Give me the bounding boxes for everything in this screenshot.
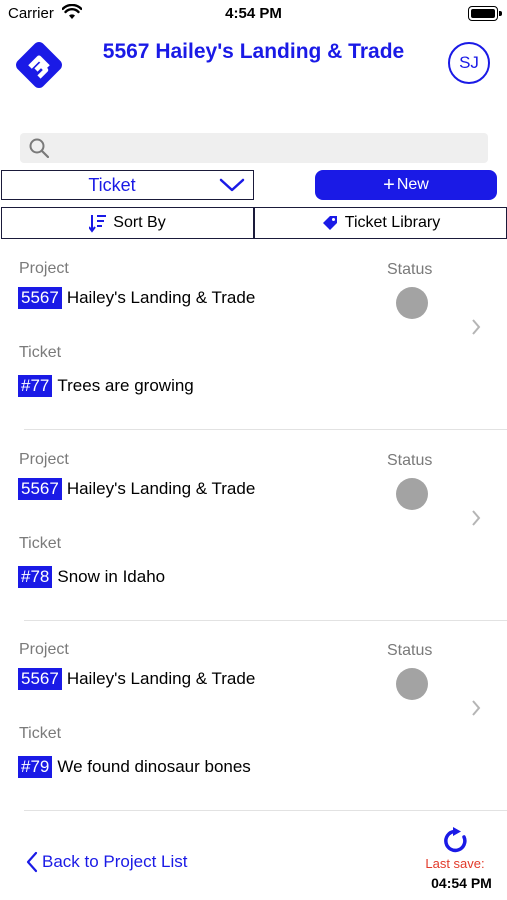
status-indicator (396, 668, 428, 700)
project-number-badge: 5567 (18, 478, 62, 500)
back-label: Back to Project List (42, 852, 188, 871)
search-bar[interactable] (20, 133, 488, 163)
project-label: Project (19, 451, 69, 468)
status-indicator (396, 287, 428, 319)
search-icon (29, 138, 49, 158)
project-row: 5567 Hailey's Landing & Trade (18, 668, 255, 690)
status-label: Status (387, 261, 433, 278)
last-save-time: 04:54 PM (431, 875, 492, 891)
search-input[interactable] (58, 133, 478, 163)
ticket-library-button[interactable]: Ticket Library (254, 207, 507, 239)
ticket-card[interactable]: Project Status 5567 Hailey's Landing & T… (0, 431, 507, 621)
status-indicator (396, 478, 428, 510)
type-dropdown-value: Ticket (88, 175, 136, 195)
project-name: Hailey's Landing & Trade (66, 479, 256, 498)
ticket-title: Snow in Idaho (57, 567, 166, 586)
project-row: 5567 Hailey's Landing & Trade (18, 287, 255, 309)
ticket-row: #77 Trees are growing (18, 375, 194, 397)
clock: 4:54 PM (225, 5, 282, 22)
ticket-title: Trees are growing (57, 376, 194, 395)
user-avatar[interactable]: SJ (448, 42, 490, 84)
new-button-label: New (396, 176, 429, 193)
status-label: Status (387, 642, 433, 659)
header: 5567 Hailey's Landing & Trade SJ (0, 30, 507, 105)
battery-icon (468, 6, 502, 21)
ticket-library-label: Ticket Library (344, 214, 441, 231)
status-bar: Carrier 4:54 PM (0, 0, 507, 28)
footer: Back to Project List Last save: 04:54 PM (0, 820, 507, 900)
plus-icon: + (383, 174, 395, 196)
sort-by-button[interactable]: Sort By (1, 207, 254, 239)
type-dropdown[interactable]: Ticket (1, 170, 254, 200)
ticket-number-badge: #78 (18, 566, 53, 588)
refresh-icon[interactable] (441, 826, 471, 856)
app-logo-icon[interactable] (10, 36, 68, 94)
divider (24, 429, 507, 430)
ticket-number-badge: #79 (18, 756, 53, 778)
project-number-badge: 5567 (18, 668, 62, 690)
project-row: 5567 Hailey's Landing & Trade (18, 478, 255, 500)
chevron-down-icon (219, 178, 245, 192)
ticket-title: We found dinosaur bones (57, 757, 251, 776)
ticket-label: Ticket (19, 344, 62, 361)
back-to-project-list-button[interactable]: Back to Project List (26, 851, 188, 873)
ticket-label: Ticket (19, 535, 62, 552)
ticket-label: Ticket (19, 725, 62, 742)
ticket-card[interactable]: Project Status 5567 Hailey's Landing & T… (0, 240, 507, 430)
sort-icon (89, 215, 107, 233)
chevron-left-icon (26, 851, 38, 873)
chevron-right-icon (472, 700, 481, 716)
page-title: 5567 Hailey's Landing & Trade (102, 40, 405, 63)
ticket-card[interactable]: Project Status 5567 Hailey's Landing & T… (0, 621, 507, 811)
status-label: Status (387, 452, 433, 469)
ticket-row: #79 We found dinosaur bones (18, 756, 251, 778)
chevron-right-icon (472, 510, 481, 526)
ticket-row: #78 Snow in Idaho (18, 566, 165, 588)
project-name: Hailey's Landing & Trade (66, 669, 256, 688)
new-ticket-button[interactable]: + New (315, 170, 497, 200)
project-label: Project (19, 641, 69, 658)
project-number-badge: 5567 (18, 287, 62, 309)
last-save-label: Last save: (425, 856, 485, 871)
sort-by-label: Sort By (113, 214, 166, 231)
project-name: Hailey's Landing & Trade (66, 288, 256, 307)
project-label: Project (19, 260, 69, 277)
chevron-right-icon (472, 319, 481, 335)
divider (24, 810, 507, 811)
ticket-number-badge: #77 (18, 375, 53, 397)
tag-icon (322, 216, 337, 230)
